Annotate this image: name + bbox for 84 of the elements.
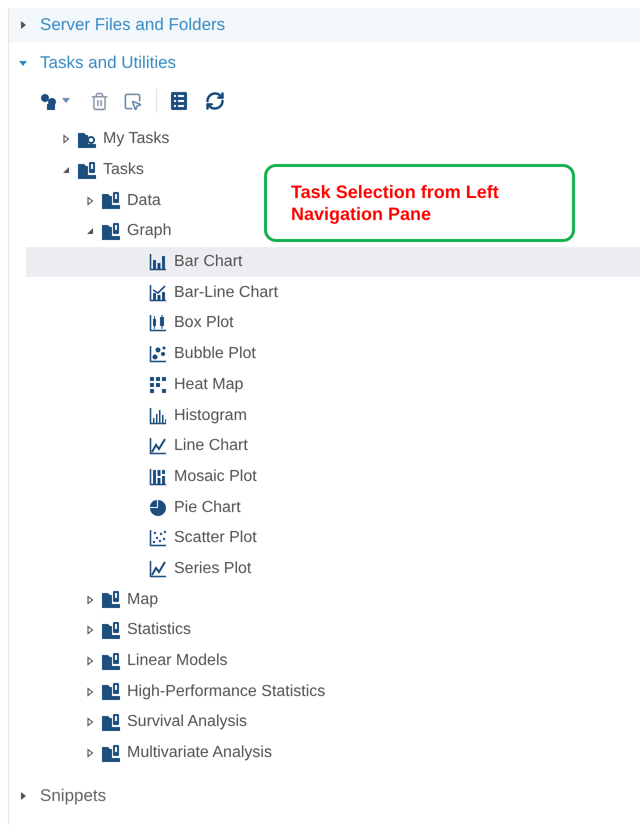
tree-item-label: Histogram	[174, 406, 247, 426]
tree-item[interactable]: Box Plot	[26, 308, 238, 339]
tree-item-label: Bubble Plot	[174, 344, 256, 364]
tree-item-label: Statistics	[127, 620, 192, 640]
chart-task-icon	[149, 406, 168, 425]
callout-text: Task Selection from Left Navigation Pane	[291, 181, 500, 225]
collapsed-caret-icon[interactable]	[85, 594, 95, 605]
tree-item[interactable]: Heat Map	[26, 370, 248, 400]
collapsed-caret-icon[interactable]	[85, 686, 95, 697]
refresh-icon[interactable]	[205, 91, 225, 111]
folder-icon	[101, 682, 121, 702]
tree-item-label: Multivariate Analysis	[127, 743, 272, 764]
tree-item[interactable]: Statistics	[26, 615, 196, 646]
tree-item[interactable]: Bar-Line Chart	[26, 277, 282, 308]
tree-item[interactable]: Scatter Plot	[26, 522, 261, 554]
tree-item-label: Survival Analysis	[127, 712, 248, 732]
add-task-button[interactable]	[39, 92, 70, 110]
select-icon[interactable]	[123, 92, 142, 110]
tree-item[interactable]: Multivariate Analysis	[26, 738, 276, 768]
expanded-caret-icon[interactable]	[18, 58, 28, 68]
folder-icon	[101, 620, 121, 640]
tree-item-label: High-Performance Statistics	[127, 682, 326, 702]
collapsed-caret-icon[interactable]	[85, 196, 95, 206]
collapsed-caret-icon[interactable]	[85, 717, 95, 728]
chart-task-icon	[149, 376, 168, 394]
tree-item-label: Pie Chart	[174, 498, 241, 518]
tree-item[interactable]: Line Chart	[26, 430, 252, 462]
tree-item-label: Box Plot	[174, 313, 234, 334]
folder-icon	[77, 160, 97, 180]
chart-task-icon	[149, 345, 168, 364]
tree-item[interactable]: Bar Chart	[26, 246, 640, 278]
folder-icon	[101, 652, 121, 671]
tree-item[interactable]: Survival Analysis	[26, 707, 252, 738]
folder-icon	[101, 222, 121, 241]
tree-item-label: Heat Map	[174, 374, 244, 395]
collapsed-caret-icon[interactable]	[18, 20, 28, 30]
tree-item[interactable]: Tasks	[26, 154, 148, 186]
tree-item-label: My Tasks	[103, 129, 170, 150]
tree-item[interactable]: Map	[26, 584, 162, 615]
tree-item[interactable]: Mosaic Plot	[26, 462, 261, 492]
chart-task-icon	[149, 468, 168, 486]
tree-item-label: Bar Chart	[174, 252, 242, 272]
tree-item[interactable]: Graph	[26, 216, 176, 247]
tree-item[interactable]: Histogram	[26, 400, 251, 431]
trash-icon[interactable]	[90, 92, 109, 110]
chart-task-icon	[149, 284, 168, 302]
section-header[interactable]: Tasks and Utilities	[9, 46, 640, 80]
folder-icon	[101, 712, 121, 732]
caret-icon	[62, 98, 70, 104]
tree-item-label: Graph	[127, 221, 172, 242]
collapsed-caret-icon[interactable]	[85, 748, 95, 758]
tree-item[interactable]: Data	[26, 185, 165, 216]
chart-task-icon	[149, 314, 168, 332]
tree-item-label: Linear Models	[127, 651, 228, 672]
tree-item[interactable]: Linear Models	[26, 646, 232, 676]
tree-item-label: Tasks	[103, 160, 144, 180]
tree-item[interactable]: Bubble Plot	[26, 338, 260, 370]
folder-icon	[101, 191, 121, 210]
tree-item-label: Line Chart	[174, 436, 248, 456]
tree-item-label: Data	[127, 190, 161, 211]
list-icon[interactable]	[171, 92, 187, 110]
collapsed-caret-icon[interactable]	[85, 656, 95, 666]
folder-icon	[101, 590, 121, 610]
tree-item[interactable]: Pie Chart	[26, 492, 245, 523]
tree-item-label: Mosaic Plot	[174, 466, 257, 487]
collapsed-caret-icon[interactable]	[18, 791, 28, 801]
tree-item-label: Map	[127, 590, 158, 610]
tree-item-label: Bar-Line Chart	[174, 282, 278, 303]
tree-item[interactable]: My Tasks	[26, 124, 174, 155]
chart-task-icon	[149, 529, 168, 548]
chart-task-icon	[149, 253, 168, 272]
folder-icon	[101, 744, 121, 763]
collapsed-caret-icon[interactable]	[61, 134, 71, 144]
expanded-caret-icon[interactable]	[61, 165, 71, 176]
tree-item-label: Scatter Plot	[174, 528, 257, 548]
tree-item[interactable]: High-Performance Statistics	[26, 676, 330, 708]
tree-item[interactable]: Series Plot	[26, 554, 256, 584]
chart-task-icon	[149, 437, 168, 456]
collapsed-caret-icon[interactable]	[85, 625, 95, 636]
tree-item-label: Series Plot	[174, 558, 252, 579]
section-header[interactable]: Snippets	[9, 779, 640, 813]
chart-task-icon	[149, 560, 168, 578]
expanded-caret-icon[interactable]	[85, 226, 95, 236]
chart-task-icon	[149, 498, 168, 517]
